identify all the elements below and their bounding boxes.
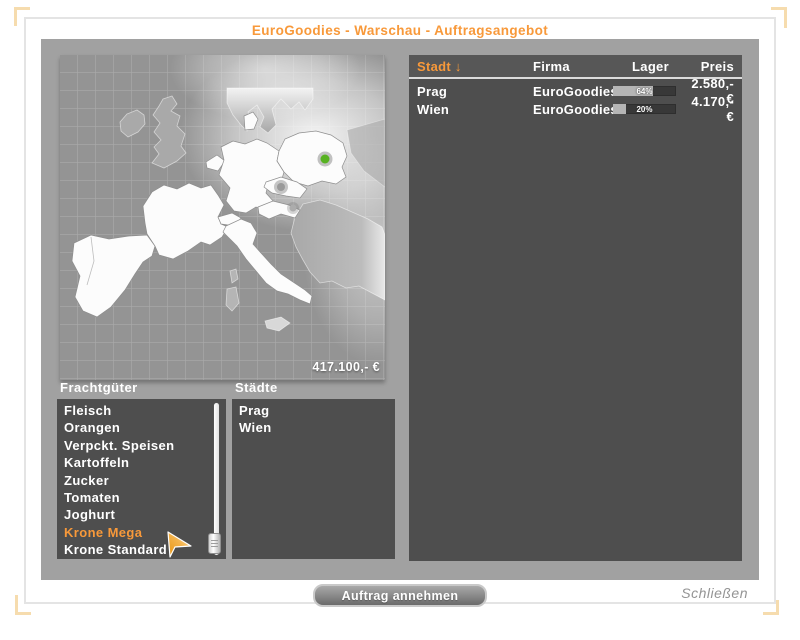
offer-price: 4.170,- € (691, 94, 734, 124)
stock-bar: 64% (613, 86, 676, 96)
offer-city: Prag (417, 83, 448, 99)
offer-city: Wien (417, 101, 450, 117)
stock-percent-label: 20% (636, 104, 653, 114)
accept-order-button[interactable]: Auftrag annehmen (313, 584, 487, 607)
offers-table: Stadt ↓ Firma Lager Preis Prag EuroGoodi… (409, 55, 742, 561)
player-money: 417.100,- € (312, 360, 380, 374)
column-header-stadt[interactable]: Stadt ↓ (409, 59, 533, 74)
order-offer-window: EuroGoodies - Warschau - Auftragsangebot (24, 17, 776, 607)
close-button[interactable]: Schließen (681, 585, 748, 601)
column-header-preis[interactable]: Preis (688, 59, 742, 74)
column-header-lager[interactable]: Lager (613, 59, 688, 74)
column-header-firma[interactable]: Firma (533, 59, 613, 74)
offer-company: EuroGoodies (533, 101, 618, 117)
stock-bar: 20% (613, 104, 676, 114)
freight-item[interactable]: Joghurt (57, 506, 226, 523)
warschau-marker-icon[interactable] (320, 154, 330, 164)
freight-listbox: Fleisch Orangen Verpckt. Speisen Kartoff… (57, 399, 226, 559)
freight-scrollbar-thumb[interactable] (208, 533, 221, 554)
scrollbar-grip-icon (211, 538, 218, 549)
page-title: EuroGoodies - Warschau - Auftragsangebot (251, 23, 549, 38)
offer-row-wien[interactable]: Wien EuroGoodies 20% 4.170,- € (409, 94, 742, 124)
cities-list-label: Städte (235, 380, 278, 395)
cities-listbox: Prag Wien (232, 399, 395, 559)
freight-list-label: Frachtgüter (60, 380, 138, 395)
freight-item[interactable]: Tomaten (57, 489, 226, 506)
city-item[interactable]: Prag (232, 402, 395, 419)
wien-marker-icon[interactable] (289, 204, 297, 212)
freight-item[interactable]: Verpckt. Speisen (57, 437, 226, 454)
freight-item[interactable]: Kartoffeln (57, 454, 226, 471)
freight-item[interactable]: Krone Standard (57, 541, 226, 558)
freight-item[interactable]: Orangen (57, 419, 226, 436)
offer-company: EuroGoodies (533, 83, 618, 99)
freight-item-selected[interactable]: Krone Mega (57, 524, 226, 541)
freight-item[interactable]: Fleisch (57, 402, 226, 419)
europe-map[interactable]: 417.100,- € (60, 55, 385, 380)
city-item[interactable]: Wien (232, 419, 395, 436)
prag-marker-icon[interactable] (277, 183, 285, 191)
freight-item[interactable]: Zucker (57, 472, 226, 489)
stock-percent-label: 64% (636, 86, 653, 96)
main-panel: 417.100,- € Stadt ↓ Firma Lager Preis Pr… (41, 39, 759, 580)
